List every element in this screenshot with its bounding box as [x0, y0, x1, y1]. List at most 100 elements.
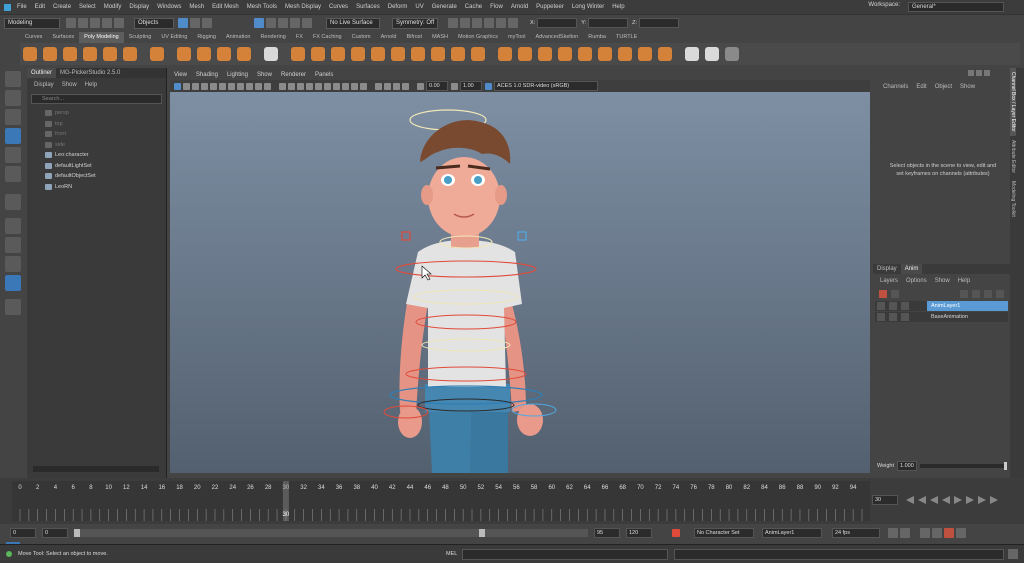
outliner-menu-show[interactable]: Show [58, 80, 81, 90]
light-editor-icon[interactable] [508, 18, 518, 28]
menu-puppeteer[interactable]: Puppeteer [536, 4, 564, 10]
shelf-tab-bifrost[interactable]: Bifrost [401, 32, 427, 43]
viewport-menu-show[interactable]: Show [257, 72, 272, 78]
gamma-field[interactable]: 1.00 [460, 81, 482, 91]
new-layer-icon[interactable] [984, 290, 992, 298]
y-field[interactable] [588, 18, 629, 28]
go-to-end-icon[interactable] [990, 496, 998, 504]
two-panel-layout-icon[interactable] [5, 256, 21, 272]
ambient-occlusion-icon[interactable] [342, 82, 349, 90]
step-forward-frame-icon[interactable] [966, 496, 974, 504]
menu-create[interactable]: Create [53, 4, 71, 10]
scale-tool-icon[interactable] [5, 166, 21, 182]
open-scene-icon[interactable] [78, 18, 88, 28]
poly-sphere-icon[interactable] [23, 47, 37, 61]
settings-icon[interactable] [956, 528, 966, 538]
xray-joints-icon[interactable] [393, 82, 400, 90]
live-surface-field[interactable]: No Live Surface [326, 17, 380, 29]
layer-editor-menu-layers[interactable]: Layers [876, 276, 902, 286]
go-to-start-icon[interactable] [906, 496, 914, 504]
make-live-icon[interactable] [302, 18, 312, 28]
viewport-menu-renderer[interactable]: Renderer [281, 72, 306, 78]
outliner-item[interactable]: persp [27, 108, 166, 119]
view-transform-dropdown[interactable]: ACES 1.0 SDR-video (sRGB) [494, 81, 598, 91]
render-icon[interactable] [448, 18, 458, 28]
use-lights-icon[interactable] [324, 82, 331, 90]
sculpt-brush-icon[interactable] [685, 47, 699, 61]
film-gate-icon[interactable] [219, 82, 226, 90]
snap-curve-icon[interactable] [266, 18, 276, 28]
outliner-item[interactable]: defaultObjectSet [27, 171, 166, 182]
outliner-layout-icon[interactable] [5, 275, 21, 291]
shelf-tab-fx-caching[interactable]: FX Caching [308, 32, 347, 43]
image-plane-icon[interactable] [201, 82, 208, 90]
planar-map-icon[interactable] [638, 47, 652, 61]
outliner-item[interactable]: top [27, 119, 166, 130]
character-set-dropdown[interactable]: No Character Set [694, 528, 754, 538]
menu-deform[interactable]: Deform [388, 4, 408, 10]
z-field[interactable] [639, 18, 679, 28]
outliner-search-input[interactable]: Search... [31, 94, 162, 104]
layer-editor-menu-show[interactable]: Show [931, 276, 954, 286]
menu-help[interactable]: Help [612, 4, 624, 10]
fps-dropdown[interactable]: 24 fps [832, 528, 880, 538]
menu-select[interactable]: Select [79, 4, 96, 10]
channel-box-menu-edit[interactable]: Edit [912, 82, 930, 92]
auto-map-icon[interactable] [658, 47, 672, 61]
playback-end-field[interactable]: 95 [594, 528, 620, 538]
redo-icon[interactable] [114, 18, 124, 28]
rotate-tool-icon[interactable] [5, 147, 21, 163]
prefs-icon[interactable] [932, 528, 942, 538]
tab-modeling-toolkit[interactable]: Modeling Toolkit [1010, 177, 1016, 221]
undo-icon[interactable] [102, 18, 112, 28]
menu-uv[interactable]: UV [415, 4, 423, 10]
viewport-menu-view[interactable]: View [174, 72, 187, 78]
extrude-icon[interactable] [371, 47, 385, 61]
menu-edit-mesh[interactable]: Edit Mesh [212, 4, 239, 10]
layer-lock-icon[interactable] [901, 313, 909, 321]
move-layer-down-icon[interactable] [972, 290, 980, 298]
play-backwards-icon[interactable] [942, 496, 950, 504]
fill-hole-icon[interactable] [431, 47, 445, 61]
isolate-select-icon[interactable] [375, 82, 382, 90]
menu-curves[interactable]: Curves [329, 4, 348, 10]
shelf-tab-advancedskelton[interactable]: AdvancedSkelton [530, 32, 583, 43]
menu-mesh-display[interactable]: Mesh Display [285, 4, 321, 10]
shelf-tab-sculpting[interactable]: Sculpting [124, 32, 157, 43]
shelf-tab-animation[interactable]: Animation [221, 32, 255, 43]
outliner-menu-help[interactable]: Help [81, 80, 101, 90]
poly-torus-icon[interactable] [103, 47, 117, 61]
anti-aliasing-icon[interactable] [360, 82, 367, 90]
shelf-tab-uv-editing[interactable]: UV Editing [156, 32, 192, 43]
menu-file[interactable]: File [17, 4, 27, 10]
poly-cube-icon[interactable] [43, 47, 57, 61]
separate-icon[interactable] [291, 47, 305, 61]
weight-slider[interactable] [920, 462, 1007, 470]
range-slider[interactable] [74, 529, 588, 537]
playback-start-field[interactable]: 0 [42, 528, 68, 538]
default-material-icon[interactable] [297, 82, 304, 90]
layer-editor-menu-options[interactable]: Options [902, 276, 931, 286]
smooth-shade-icon[interactable] [288, 82, 295, 90]
step-back-frame-icon[interactable] [930, 496, 938, 504]
outliner-horizontal-scrollbar[interactable] [33, 466, 159, 472]
select-component-icon[interactable] [202, 18, 212, 28]
render-view-icon[interactable] [496, 18, 506, 28]
shelf-tab-motion-graphics[interactable]: Motion Graphics [453, 32, 503, 43]
move-layer-up-icon[interactable] [960, 290, 968, 298]
snap-grid-icon[interactable] [254, 18, 264, 28]
channel-box-menu-channels[interactable]: Channels [879, 82, 912, 92]
search-icon[interactable] [5, 299, 21, 315]
insert-edge-loop-icon[interactable] [558, 47, 572, 61]
tab-outliner[interactable]: Outliner [27, 68, 57, 78]
symmetry-dropdown[interactable]: Symmetry: Off [392, 17, 438, 29]
scene-end-field[interactable]: 120 [626, 528, 652, 538]
bridge-icon[interactable] [391, 47, 405, 61]
select-camera-icon[interactable] [174, 82, 181, 90]
safe-action-icon[interactable] [255, 82, 262, 90]
weight-field[interactable]: 1.000 [897, 461, 918, 471]
current-frame-field[interactable]: 30 [872, 495, 898, 505]
shelf-tab-arnold[interactable]: Arnold [376, 32, 402, 43]
shelf-tab-mash[interactable]: MASH [427, 32, 453, 43]
single-perspective-layout-icon[interactable] [5, 218, 21, 234]
